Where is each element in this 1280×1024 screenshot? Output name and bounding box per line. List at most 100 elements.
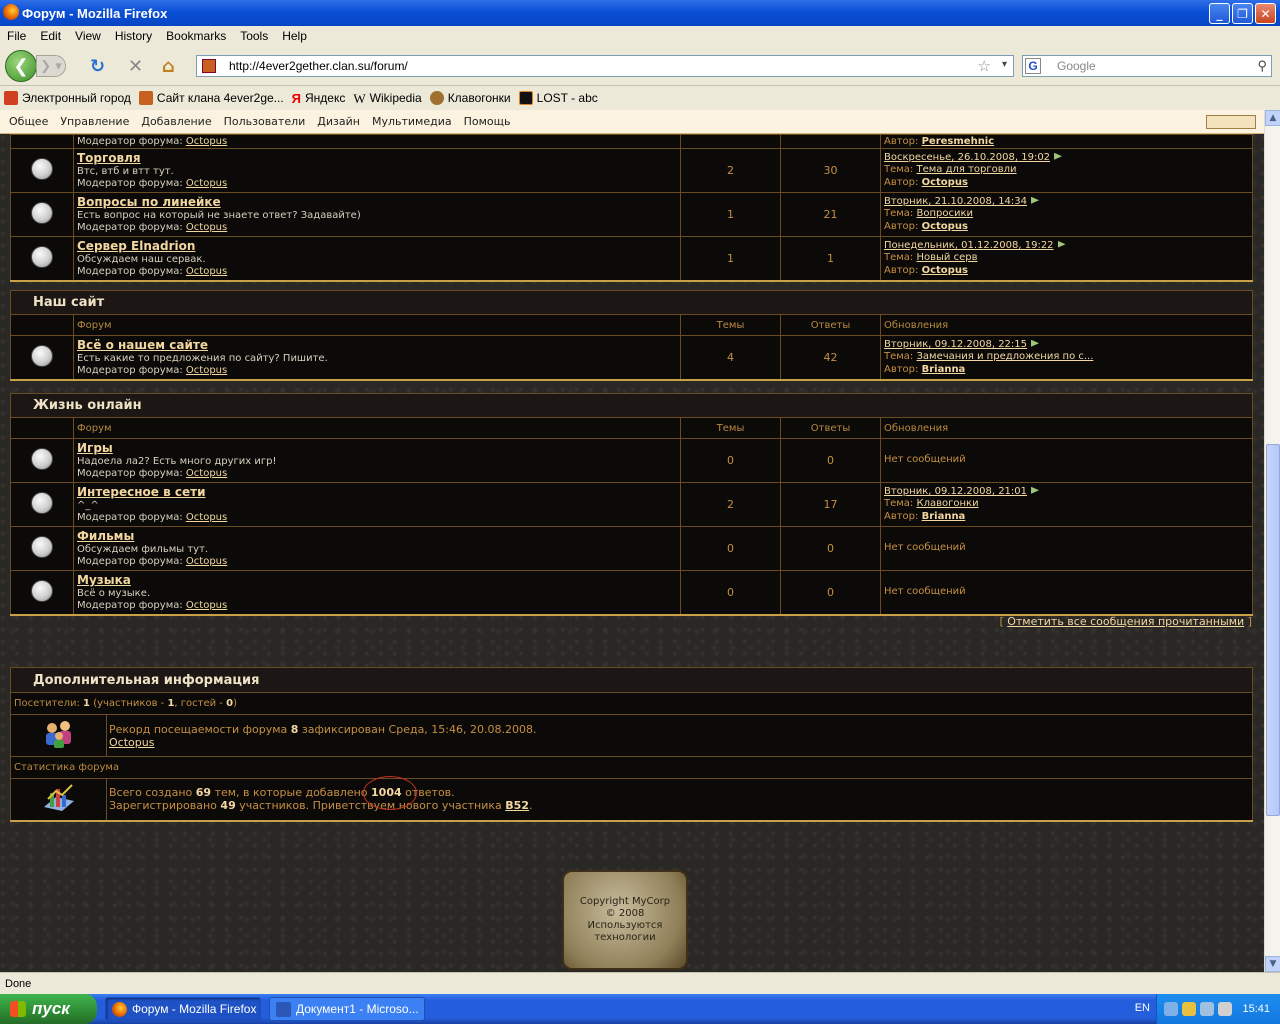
- bookmark-item[interactable]: W Wikipedia: [353, 91, 421, 106]
- tray-icon[interactable]: [1200, 1002, 1215, 1016]
- author-link[interactable]: Octopus: [922, 221, 968, 232]
- last-post-date[interactable]: Вторник, 09.12.2008, 22:15: [884, 339, 1027, 350]
- last-post-date[interactable]: Вторник, 09.12.2008, 21:01: [884, 486, 1027, 497]
- total-replies: 1004: [371, 786, 402, 800]
- admin-menu-item[interactable]: Дизайн: [311, 115, 366, 128]
- forum-link[interactable]: Фильмы: [77, 529, 677, 543]
- bookmark-item[interactable]: Электронный город: [4, 91, 131, 105]
- topics-count: 0: [680, 570, 781, 616]
- topics-count: 1: [680, 192, 781, 237]
- column-headers: Форум Темы Ответы Обновления: [10, 417, 1253, 439]
- topic-link[interactable]: Новый серв: [917, 252, 978, 263]
- language-indicator[interactable]: EN: [1135, 1002, 1150, 1014]
- taskbar-item-firefox[interactable]: Форум - Mozilla Firefox: [105, 997, 261, 1021]
- moderator-link[interactable]: Octopus: [186, 556, 227, 567]
- admin-menu-item[interactable]: Помощь: [458, 115, 517, 128]
- window-titlebar: Форум - Mozilla Firefox _ ❐ ✕: [0, 0, 1280, 26]
- vertical-scrollbar[interactable]: ▲ ▼: [1264, 110, 1280, 972]
- forum-link[interactable]: Интересное в сети: [77, 485, 677, 499]
- goto-arrow-icon[interactable]: [1031, 486, 1040, 494]
- new-member-link[interactable]: B52: [505, 799, 529, 812]
- moderator-link[interactable]: Octopus: [186, 178, 227, 189]
- tray-icon[interactable]: [1164, 1002, 1179, 1016]
- category-title: Жизнь онлайн: [10, 393, 1253, 418]
- menu-file[interactable]: File: [0, 29, 33, 43]
- home-icon[interactable]: ⌂: [162, 56, 175, 77]
- bookmark-item[interactable]: Я Яндекс: [292, 91, 346, 106]
- table-row: Всё о нашем сайте Есть какие то предложе…: [10, 335, 1253, 381]
- moderator-link[interactable]: Octopus: [186, 468, 227, 479]
- search-box[interactable]: G Google ⚲: [1022, 55, 1272, 77]
- bookmark-item[interactable]: Клавогонки: [429, 91, 511, 105]
- stop-icon[interactable]: ✕: [128, 56, 143, 77]
- forum-link[interactable]: Сервер Elnadrion: [77, 239, 677, 253]
- moderator-link[interactable]: Octopus: [186, 365, 227, 376]
- forward-button[interactable]: ❯ ▾: [36, 55, 66, 77]
- scroll-down-icon[interactable]: ▼: [1265, 956, 1280, 972]
- start-button[interactable]: пуск: [0, 994, 97, 1024]
- copyright-plaque: Copyright MyCorp © 2008 Используются тех…: [562, 870, 688, 970]
- forum-link[interactable]: Игры: [77, 441, 677, 455]
- menu-history[interactable]: History: [108, 29, 159, 43]
- author-link[interactable]: Brianna: [922, 364, 966, 375]
- menu-tools[interactable]: Tools: [233, 29, 275, 43]
- forum-link[interactable]: Музыка: [77, 573, 677, 587]
- back-button[interactable]: ❮: [5, 50, 37, 82]
- topic-link[interactable]: Вопросики: [917, 208, 974, 219]
- admin-menu-item[interactable]: Пользователи: [218, 115, 312, 128]
- last-post-date[interactable]: Понедельник, 01.12.2008, 19:22: [884, 240, 1054, 251]
- topics-count: 0: [680, 438, 781, 483]
- record-user-link[interactable]: Octopus: [109, 736, 154, 749]
- bookmark-item[interactable]: Сайт клана 4ever2ge...: [138, 91, 284, 105]
- author-link[interactable]: Octopus: [922, 265, 968, 276]
- admin-toolbar-slider[interactable]: [1206, 115, 1256, 129]
- taskbar-item-word[interactable]: Документ1 - Microso...: [269, 997, 425, 1021]
- topics-count: 2: [680, 482, 781, 527]
- moderator-link[interactable]: Octopus: [186, 136, 227, 147]
- goto-arrow-icon[interactable]: [1054, 152, 1063, 160]
- moderator-link[interactable]: Octopus: [186, 600, 227, 611]
- topic-link[interactable]: Клавогонки: [917, 498, 979, 509]
- reload-icon[interactable]: ↻: [90, 56, 105, 77]
- goto-arrow-icon[interactable]: [1057, 240, 1066, 248]
- topic-link[interactable]: Тема для торговли: [917, 164, 1017, 175]
- admin-menu-item[interactable]: Добавление: [135, 115, 217, 128]
- moderator-link[interactable]: Octopus: [186, 266, 227, 277]
- menu-view[interactable]: View: [68, 29, 108, 43]
- maximize-button[interactable]: ❐: [1232, 3, 1253, 24]
- admin-menu-item[interactable]: Управление: [54, 115, 135, 128]
- url-bar[interactable]: http://4ever2gether.clan.su/forum/ ☆ ▾: [196, 55, 1014, 77]
- menu-help[interactable]: Help: [275, 29, 314, 43]
- author-link[interactable]: Octopus: [922, 177, 968, 188]
- last-post-date[interactable]: Вторник, 21.10.2008, 14:34: [884, 196, 1027, 207]
- admin-menu-item[interactable]: Мультимедиа: [366, 115, 458, 128]
- menu-edit[interactable]: Edit: [33, 29, 68, 43]
- forum-link[interactable]: Торговля: [77, 151, 677, 165]
- status-text: Done: [5, 977, 32, 990]
- menu-bookmarks[interactable]: Bookmarks: [159, 29, 233, 43]
- url-dropdown-icon[interactable]: ▾: [1002, 59, 1007, 70]
- close-button[interactable]: ✕: [1255, 3, 1276, 24]
- forum-link[interactable]: Всё о нашем сайте: [77, 338, 677, 352]
- google-engine-icon[interactable]: G: [1025, 58, 1041, 74]
- scroll-thumb[interactable]: [1266, 444, 1280, 816]
- tray-icon[interactable]: [1182, 1002, 1197, 1016]
- scroll-up-icon[interactable]: ▲: [1265, 110, 1280, 126]
- mark-all-read-link[interactable]: Отметить все сообщения прочитанными: [1007, 615, 1244, 628]
- bookmark-star-icon[interactable]: ☆: [978, 57, 991, 75]
- search-icon[interactable]: ⚲: [1257, 58, 1267, 74]
- last-post-date[interactable]: Воскресенье, 26.10.2008, 19:02: [884, 152, 1050, 163]
- minimize-button[interactable]: _: [1209, 3, 1230, 24]
- author-link[interactable]: Peresmehnic: [922, 136, 995, 147]
- topic-link[interactable]: Замечания и предложения по с...: [917, 351, 1094, 362]
- additional-info: Дополнительная информация Посетители: 1 …: [10, 667, 1253, 822]
- moderator-link[interactable]: Octopus: [186, 222, 227, 233]
- moderator-link[interactable]: Octopus: [186, 512, 227, 523]
- goto-arrow-icon[interactable]: [1031, 339, 1040, 347]
- bookmark-item[interactable]: LOST - abc: [518, 91, 598, 105]
- author-link[interactable]: Brianna: [922, 511, 966, 522]
- tray-icon[interactable]: [1218, 1002, 1233, 1016]
- forum-link[interactable]: Вопросы по линейке: [77, 195, 677, 209]
- admin-menu-item[interactable]: Общее: [3, 115, 54, 128]
- goto-arrow-icon[interactable]: [1031, 196, 1040, 204]
